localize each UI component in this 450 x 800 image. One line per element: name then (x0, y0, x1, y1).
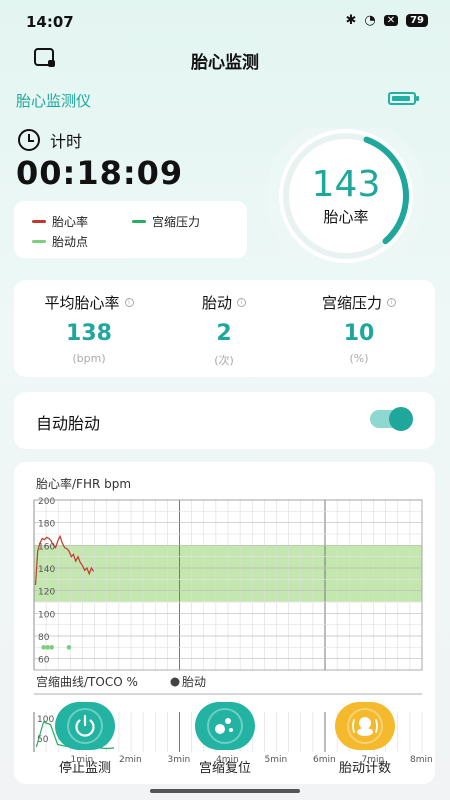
stat-title: 胎动 (201, 294, 232, 312)
fetal-movement-point (45, 645, 50, 650)
contraction-reset-control[interactable]: 宫缩复位 (185, 702, 265, 776)
status-time: 14:07 (26, 13, 74, 31)
status-bar: 14:07 ✱ ◔ ✕ 79 (0, 0, 450, 44)
fhr-y-tick: 200 (38, 497, 55, 507)
reset-icon (207, 708, 243, 744)
movement-count-button[interactable] (335, 702, 395, 750)
auto-fetal-movement-row: 自动胎动 (14, 392, 435, 449)
contraction-reset-label: 宫缩复位 (198, 761, 251, 776)
stop-monitoring-button[interactable] (55, 702, 115, 750)
chart-legend-card: 胎心率 宫缩压力 胎动点 (14, 201, 247, 258)
close-box-icon: ✕ (383, 15, 399, 26)
fhr-y-tick: 140 (38, 565, 55, 575)
timer-label: 计时 (50, 132, 83, 151)
info-icon[interactable]: i (387, 298, 396, 307)
bluetooth-icon: ✱ (345, 13, 357, 28)
wifi-icon: ◔ (364, 13, 376, 28)
fetal-movement-point (41, 645, 46, 650)
heart-rate-value: 143 (311, 164, 381, 205)
stat-value: 2 (216, 321, 232, 346)
legend-swatch (132, 220, 146, 223)
fetal-movement-legend-dot (170, 677, 180, 687)
legend-swatch (32, 240, 46, 243)
fhr-y-tick: 80 (38, 633, 50, 643)
stat-title: 宫缩压力 (321, 294, 382, 312)
stat-fetal-movement: 胎动 i 2 (次) (154, 292, 294, 368)
fhr-chart-title: 胎心率/FHR bpm (36, 476, 131, 491)
page-title: 胎心监测 (191, 53, 259, 73)
stat-value: 138 (66, 321, 112, 346)
toco-chart-title: 宫缩曲线/TOCO % (36, 674, 138, 689)
status-icons: ✱ ◔ ✕ 79 (345, 13, 428, 28)
legend-label: 胎动点 (52, 235, 89, 249)
battery-status: 79 (406, 14, 428, 27)
stop-monitoring-control[interactable]: 停止监测 (45, 702, 125, 776)
device-name: 胎心监测仪 (16, 92, 92, 110)
stats-card: 平均胎心率 i 138 (bpm) 胎动 i 2 (次) 宫缩压力 i 10 (%) (14, 280, 435, 377)
timer-label-row: 计时 (18, 128, 82, 152)
contraction-reset-button[interactable] (195, 702, 255, 750)
auto-fetal-movement-toggle[interactable] (370, 407, 413, 431)
toggle-knob (389, 407, 413, 431)
movement-count-label: 胎动计数 (338, 761, 391, 776)
info-icon[interactable]: i (237, 298, 246, 307)
baby-icon (347, 708, 383, 744)
legend-swatch (32, 220, 46, 223)
stat-contraction-pressure: 宫缩压力 i 10 (%) (289, 292, 429, 365)
stat-average-fhr: 平均胎心率 i 138 (bpm) (19, 292, 159, 365)
power-icon (67, 708, 103, 744)
stat-title: 平均胎心率 (44, 294, 120, 312)
battery-icon (388, 92, 419, 105)
fetal-movement-point (49, 645, 54, 650)
fhr-y-tick: 100 (38, 610, 55, 620)
fhr-y-tick: 120 (38, 588, 55, 598)
info-icon[interactable]: i (124, 298, 134, 307)
x-tick-label: 8min (410, 755, 433, 765)
fhr-y-tick: 180 (38, 520, 55, 530)
fhr-y-tick: 60 (38, 656, 50, 666)
fetal-movement-point (66, 645, 72, 650)
legend-label: 胎心率 (52, 215, 89, 229)
stop-monitoring-label: 停止监测 (58, 761, 111, 776)
movement-count-control[interactable]: 胎动计数 (325, 702, 405, 776)
legend-label: 宫缩压力 (152, 215, 201, 229)
home-indicator (150, 789, 300, 793)
legend-item-toco: 宫缩压力 (132, 213, 200, 230)
toco-legend-label: 胎动 (182, 675, 206, 689)
legend-item-fhr: 胎心率 (32, 213, 88, 230)
x-tick-label: 5min (265, 755, 288, 765)
clock-icon (18, 129, 40, 151)
timer-value: 00:18:09 (16, 154, 184, 192)
auto-fetal-movement-label: 自动胎动 (36, 414, 101, 433)
stat-unit: (次) (214, 354, 234, 367)
nav-bar: 胎心监测 (0, 44, 450, 76)
legend-item-movement: 胎动点 (32, 233, 88, 250)
stat-unit: (%) (349, 352, 369, 365)
stat-value: 10 (343, 321, 375, 346)
heart-rate-label: 胎心率 (323, 208, 369, 226)
stat-unit: (bpm) (72, 352, 106, 365)
